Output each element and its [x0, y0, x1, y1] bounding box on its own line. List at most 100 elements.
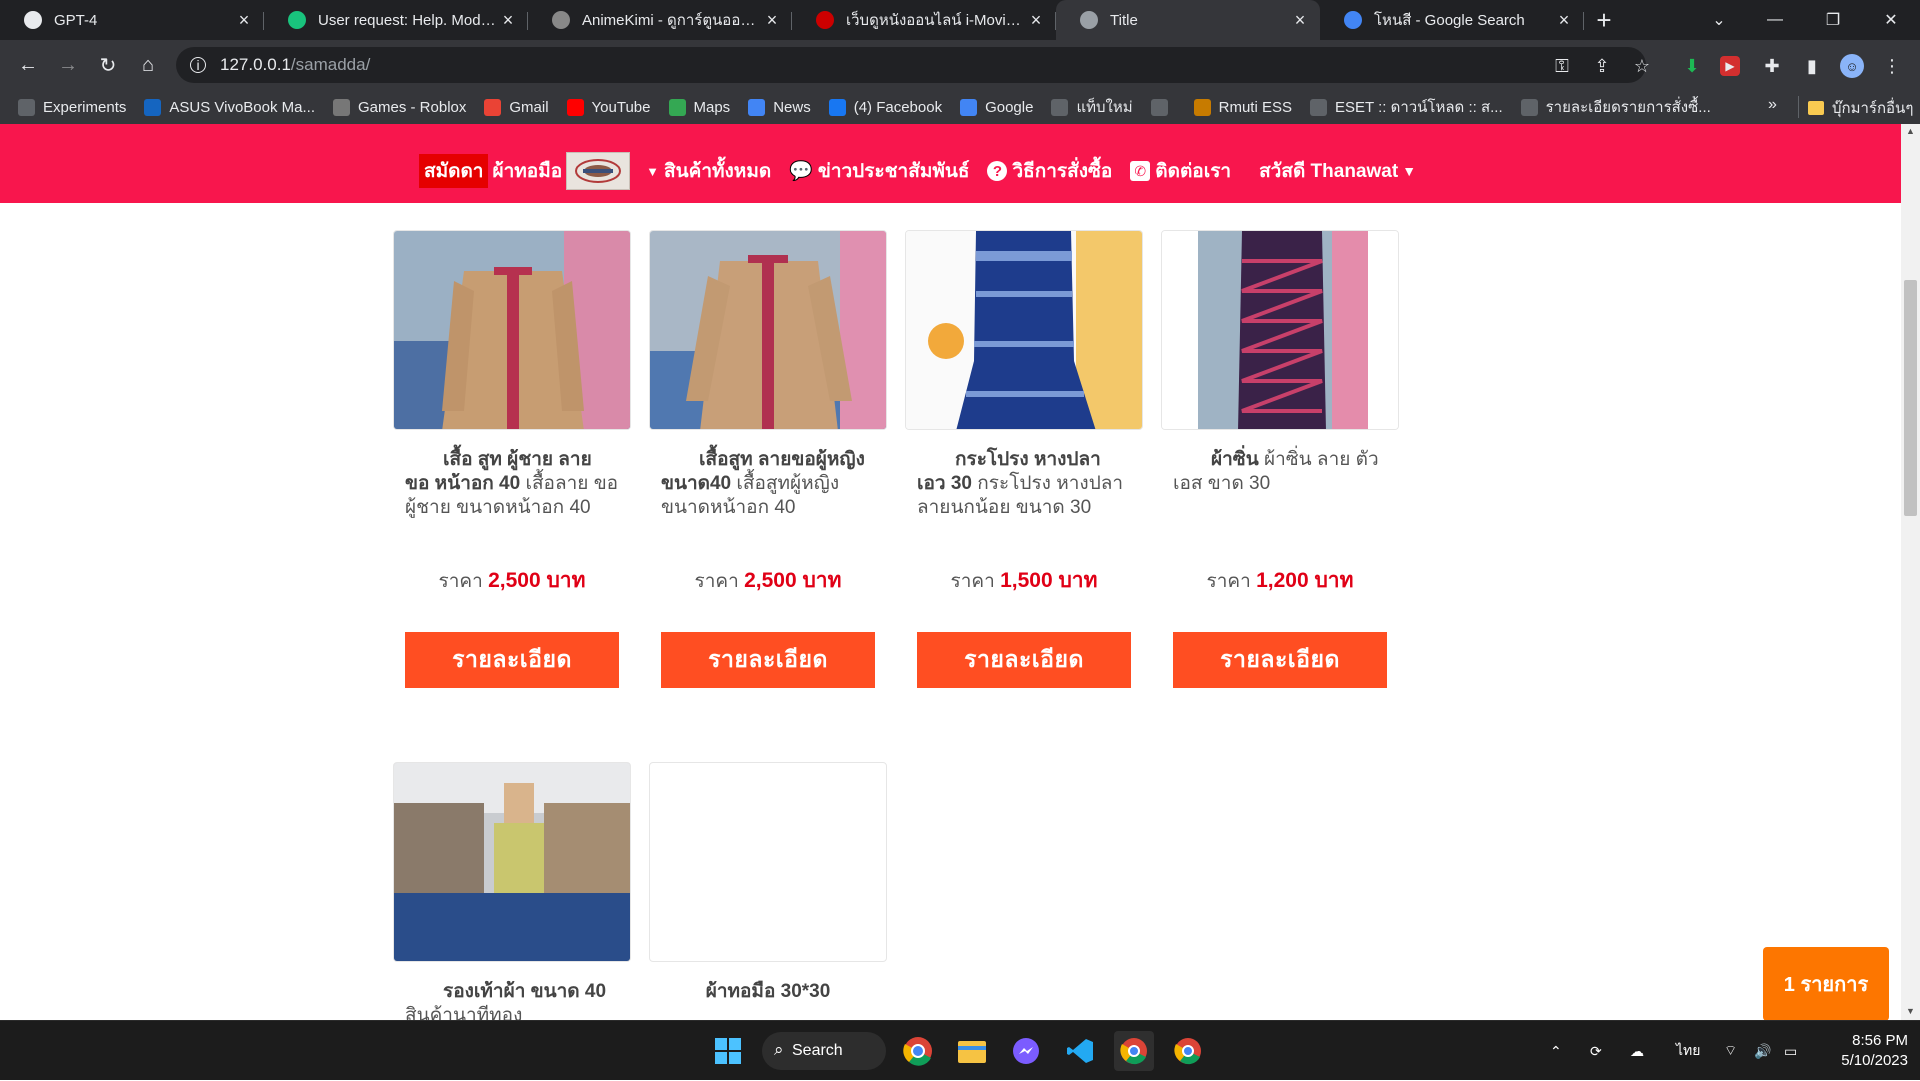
reload-button[interactable]: ↻ [88, 45, 128, 85]
product-image[interactable] [393, 762, 631, 962]
product-image[interactable] [393, 230, 631, 430]
bookmark-item[interactable]: ESET :: ดาวน์โหลด :: ส... [1310, 95, 1503, 119]
brand-name[interactable]: ผ้าทอมือ [492, 156, 562, 186]
start-button[interactable] [708, 1031, 748, 1071]
share-icon[interactable]: ⇪ [1590, 54, 1614, 78]
product-image[interactable] [649, 762, 887, 962]
price-amount: 1,200 บาท [1256, 569, 1354, 592]
scroll-up-icon[interactable]: ▲ [1906, 126, 1915, 136]
nav-news[interactable]: 💬 ข่าวประชาสัมพันธ์ [789, 156, 969, 186]
messenger-icon[interactable] [1006, 1031, 1046, 1071]
product-image[interactable] [905, 230, 1143, 430]
bookmark-item[interactable]: รายละเอียดรายการสั่งซื้... [1520, 95, 1711, 119]
chrome-alt-taskbar-icon[interactable] [1168, 1031, 1208, 1071]
site-info-icon[interactable]: i [190, 57, 206, 73]
bookmark-item[interactable]: Google [960, 98, 1033, 116]
close-tab-icon[interactable]: × [762, 10, 782, 31]
product-image[interactable] [649, 230, 887, 430]
extension-red-icon[interactable]: ▶ [1720, 56, 1740, 76]
details-button[interactable]: รายละเอียด [661, 632, 875, 688]
google-icon [960, 98, 978, 116]
side-panel-icon[interactable]: ▮ [1800, 54, 1824, 78]
clock-time: 8:56 PM [1852, 1032, 1908, 1049]
new-tab-button[interactable]: + [1584, 0, 1624, 40]
sync-icon[interactable]: ⟳ [1590, 1021, 1602, 1081]
browser-tab[interactable]: โหนสี - Google Search × [1320, 0, 1584, 40]
menu-kebab-icon[interactable]: ⋮ [1880, 54, 1904, 78]
taskbar-search-label: Search [792, 1042, 843, 1059]
tab-search-icon[interactable]: ⌄ [1690, 0, 1748, 40]
product-description: ผ้าซิ่น ผ้าซิ่น ลาย ตัวเอส ขาด 30 [1161, 448, 1399, 496]
bookmark-item[interactable]: Rmuti ESS [1193, 98, 1292, 116]
page-scrollbar[interactable]: ▲ ▼ [1901, 124, 1920, 1020]
product-price: ราคา 1,200 บาท [1161, 564, 1399, 597]
close-tab-icon[interactable]: × [234, 10, 254, 31]
profile-avatar[interactable]: ☺ [1840, 54, 1864, 78]
bookmark-item[interactable]: News [748, 98, 811, 116]
bookmark-item[interactable]: Experiments [18, 98, 126, 116]
bookmark-star-icon[interactable]: ☆ [1630, 54, 1654, 78]
bookmark-item[interactable] [1150, 98, 1176, 116]
brand-logo[interactable] [566, 152, 631, 190]
back-button[interactable]: ← [8, 45, 48, 85]
wifi-icon[interactable]: ⌔ [1724, 1021, 1737, 1081]
close-tab-icon[interactable]: × [1290, 10, 1310, 31]
cart-button[interactable]: 1 รายการ [1763, 947, 1889, 1020]
close-window-button[interactable]: ✕ [1862, 0, 1920, 40]
home-button[interactable]: ⌂ [128, 45, 168, 85]
details-button[interactable]: รายละเอียด [405, 632, 619, 688]
nav-how-to-order[interactable]: ? วิธีการสั่งซื้อ [987, 156, 1112, 186]
bookmark-item[interactable]: แท็บใหม่ [1051, 95, 1133, 119]
price-label: ราคา [694, 571, 739, 592]
bookmark-item[interactable]: Gmail [484, 98, 549, 116]
onedrive-icon[interactable]: ☁ [1630, 1021, 1644, 1081]
bookmark-item[interactable]: YouTube [566, 98, 651, 116]
nav-contact-label: ติดต่อเรา [1155, 161, 1232, 182]
scrollbar-thumb[interactable] [1904, 280, 1917, 516]
minimize-button[interactable]: — [1746, 0, 1804, 40]
chrome-taskbar-icon[interactable] [898, 1031, 938, 1071]
product-price: ราคา 2,500 บาท [393, 564, 631, 597]
browser-tab[interactable]: GPT-4 × [0, 0, 264, 40]
battery-icon[interactable]: ▭ [1784, 1021, 1797, 1081]
volume-icon[interactable]: 🔊 [1754, 1021, 1771, 1081]
bookmark-item[interactable]: Games - Roblox [333, 98, 466, 116]
system-clock[interactable]: 8:56 PM 5/10/2023 [1818, 1031, 1908, 1071]
bookmark-item[interactable]: (4) Facebook [828, 98, 942, 116]
bookmark-item[interactable]: ASUS VivoBook Ma... [144, 98, 315, 116]
tray-overflow-icon[interactable]: ⌃ [1550, 1021, 1562, 1081]
product-card: รองเท้าผ้า ขนาด 40 สินค้านาทีทอง [393, 762, 631, 1020]
user-menu[interactable]: สวัสดี Thanawat ▼ [1259, 156, 1416, 186]
browser-tab[interactable]: เว็บดูหนังออนไลน์ i-MovieHD u× [792, 0, 1056, 40]
product-image[interactable] [1161, 230, 1399, 430]
taskbar-search[interactable]: ⌕ Search [762, 1032, 886, 1070]
forward-button[interactable]: → [48, 45, 88, 85]
extensions-puzzle-icon[interactable]: ✚ [1760, 54, 1784, 78]
tab-title: โหนสี - Google Search [1374, 12, 1525, 29]
other-bookmarks-folder[interactable]: บุ๊กมาร์กอื่นๆ [1808, 96, 1913, 120]
chrome-profile-taskbar-icon[interactable] [1114, 1031, 1154, 1071]
bookmark-label: ESET :: ดาวน์โหลด :: ส... [1335, 99, 1503, 116]
vscode-icon[interactable] [1060, 1031, 1100, 1071]
browser-tab[interactable]: Title × [1056, 0, 1320, 40]
nav-contact[interactable]: ✆ ติดต่อเรา [1130, 156, 1231, 186]
file-explorer-icon[interactable] [952, 1031, 992, 1071]
close-tab-icon[interactable]: × [1554, 10, 1574, 31]
close-tab-icon[interactable]: × [1026, 10, 1046, 31]
close-tab-icon[interactable]: × [498, 10, 518, 31]
nav-all-products[interactable]: ▼ สินค้าทั้งหมด [646, 156, 771, 186]
language-indicator[interactable]: ไทย [1676, 1021, 1700, 1081]
key-icon[interactable]: ⚿ [1550, 54, 1574, 78]
bookmarks-overflow-button[interactable]: » [1768, 96, 1777, 114]
product-description: กระโปรง หางปลา เอว 30 กระโปรง หางปลา ลาย… [905, 448, 1143, 520]
details-button[interactable]: รายละเอียด [917, 632, 1131, 688]
address-bar[interactable]: i 127.0.0.1/samadda/ [176, 47, 1646, 83]
restore-button[interactable]: ❐ [1804, 0, 1862, 40]
details-button[interactable]: รายละเอียด [1173, 632, 1387, 688]
scroll-down-icon[interactable]: ▼ [1906, 1006, 1915, 1016]
extension-download-icon[interactable]: ⬇ [1680, 54, 1704, 78]
browser-tab[interactable]: User request: Help. Model r × [264, 0, 528, 40]
browser-tab[interactable]: AnimeKimi - ดูการ์ตูนออนไลน์ × [528, 0, 792, 40]
brand-highlight[interactable]: สมัดดา [419, 154, 489, 188]
bookmark-item[interactable]: Maps [668, 98, 730, 116]
